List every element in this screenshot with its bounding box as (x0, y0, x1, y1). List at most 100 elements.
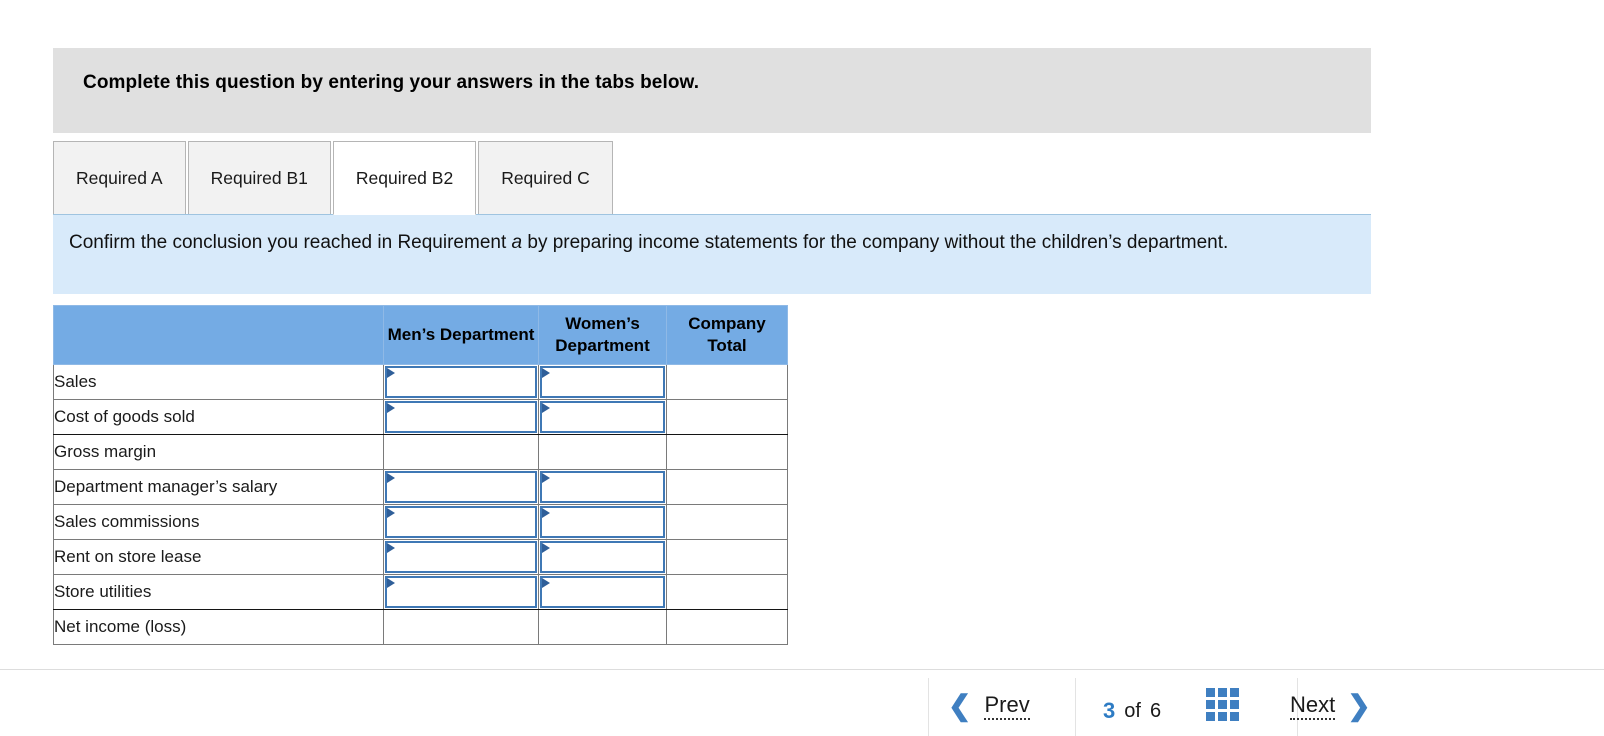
table-header: Men’s Department Women’s Department Comp… (53, 305, 788, 365)
row-label-rent-on-store-lease: Rent on store lease (53, 539, 384, 575)
cell-cogs-womens[interactable] (538, 399, 667, 435)
grid-cell (1218, 688, 1227, 697)
grid-cell (1230, 688, 1239, 697)
cell-rent-womens[interactable] (538, 539, 667, 575)
cell-net-income-womens (538, 609, 667, 645)
table-row: Sales (53, 364, 788, 400)
cell-rent-mens[interactable] (383, 539, 539, 575)
column-header-company-total: Company Total (666, 305, 788, 365)
column-header-womens-department: Women’s Department (538, 305, 667, 365)
cell-sales-womens[interactable] (538, 364, 667, 400)
table-row: Net income (loss) (53, 609, 788, 645)
cell-gross-margin-womens (538, 434, 667, 470)
nav-divider-middle (1075, 678, 1076, 736)
cell-sales-commissions-mens[interactable] (383, 504, 539, 540)
page-root: Complete this question by entering your … (0, 0, 1604, 736)
input-store-utilities-mens[interactable] (385, 576, 537, 608)
grid-menu-icon[interactable] (1206, 688, 1239, 721)
input-store-utilities-womens[interactable] (540, 576, 665, 608)
input-manager-salary-womens[interactable] (540, 471, 665, 503)
question-text-before: Confirm the conclusion you reached in Re… (69, 232, 512, 253)
grid-cell (1206, 712, 1215, 721)
cell-sales-commissions-total (666, 504, 788, 540)
cell-gross-margin-mens (383, 434, 539, 470)
income-statement-table: Men’s Department Women’s Department Comp… (53, 305, 788, 645)
question-text: Confirm the conclusion you reached in Re… (69, 231, 1359, 256)
grid-cell (1218, 700, 1227, 709)
cell-cogs-mens[interactable] (383, 399, 539, 435)
input-cogs-womens[interactable] (540, 401, 665, 433)
cell-rent-total (666, 539, 788, 575)
row-label-sales: Sales (53, 364, 384, 400)
input-sales-womens[interactable] (540, 366, 665, 398)
table-row: Rent on store lease (53, 539, 788, 575)
next-button[interactable]: Next ❯ (1290, 692, 1371, 720)
column-header-mens-department: Men’s Department (383, 305, 539, 365)
cell-gross-margin-total (666, 434, 788, 470)
grid-cell (1206, 700, 1215, 709)
tab-required-a[interactable]: Required A (53, 141, 186, 215)
table-row: Cost of goods sold (53, 399, 788, 435)
nav-divider-left (928, 678, 929, 736)
table-row: Store utilities (53, 574, 788, 610)
cell-sales-commissions-womens[interactable] (538, 504, 667, 540)
bottom-navigation-bar: ❮ Prev 3 of 6 Next ❯ (0, 669, 1604, 736)
tab-required-b1-label: Required B1 (210, 167, 308, 188)
table-row: Sales commissions (53, 504, 788, 540)
page-of-label: of (1124, 699, 1141, 722)
instruction-banner: Complete this question by entering your … (53, 48, 1371, 133)
input-sales-commissions-womens[interactable] (540, 506, 665, 538)
grid-cell (1230, 700, 1239, 709)
total-page-count: 6 (1149, 699, 1162, 722)
question-panel: Confirm the conclusion you reached in Re… (53, 214, 1371, 294)
tab-required-c-label: Required C (501, 167, 590, 188)
column-header-blank (53, 305, 384, 365)
row-label-net-income-loss: Net income (loss) (53, 609, 384, 645)
grid-cell (1218, 712, 1227, 721)
row-label-cost-of-goods-sold: Cost of goods sold (53, 399, 384, 435)
cell-manager-salary-total (666, 469, 788, 505)
input-cogs-mens[interactable] (385, 401, 537, 433)
input-sales-mens[interactable] (385, 366, 537, 398)
tab-required-a-label: Required A (76, 167, 163, 188)
cell-store-utilities-mens[interactable] (383, 574, 539, 610)
chevron-left-icon: ❮ (948, 690, 972, 721)
table-row: Gross margin (53, 434, 788, 470)
row-label-sales-commissions: Sales commissions (53, 504, 384, 540)
current-page-number: 3 (1103, 698, 1116, 723)
grid-cell (1206, 688, 1215, 697)
cell-cogs-total (666, 399, 788, 435)
table-body: Sales Cost of goods sold Gross margin De… (53, 364, 788, 645)
cell-store-utilities-total (666, 574, 788, 610)
tab-required-b2[interactable]: Required B2 (332, 141, 477, 215)
table-header-row: Men’s Department Women’s Department Comp… (53, 305, 788, 365)
cell-net-income-total (666, 609, 788, 645)
instruction-banner-text: Complete this question by entering your … (83, 72, 700, 93)
table-row: Department manager’s salary (53, 469, 788, 505)
input-rent-womens[interactable] (540, 541, 665, 573)
grid-cell (1230, 712, 1239, 721)
requirement-tabs: Required A Required B1 Required B2 Requi… (53, 141, 615, 215)
input-manager-salary-mens[interactable] (385, 471, 537, 503)
cell-manager-salary-womens[interactable] (538, 469, 667, 505)
row-label-department-managers-salary: Department manager’s salary (53, 469, 384, 505)
tab-required-b1[interactable]: Required B1 (187, 141, 331, 215)
cell-net-income-mens (383, 609, 539, 645)
tab-required-c[interactable]: Required C (478, 141, 613, 215)
question-emphasis: a (511, 232, 523, 253)
page-indicator: 3 of 6 (1103, 698, 1161, 724)
input-rent-mens[interactable] (385, 541, 537, 573)
row-label-store-utilities: Store utilities (53, 574, 384, 610)
prev-button[interactable]: ❮ Prev (948, 692, 1030, 720)
chevron-right-icon: ❯ (1347, 690, 1371, 721)
cell-sales-mens[interactable] (383, 364, 539, 400)
row-label-gross-margin: Gross margin (53, 434, 384, 470)
next-button-label: Next (1290, 692, 1336, 720)
input-sales-commissions-mens[interactable] (385, 506, 537, 538)
prev-button-label: Prev (984, 692, 1030, 720)
cell-manager-salary-mens[interactable] (383, 469, 539, 505)
cell-sales-total (666, 364, 788, 400)
cell-store-utilities-womens[interactable] (538, 574, 667, 610)
tab-required-b2-label: Required B2 (355, 167, 454, 188)
question-text-after: by preparing income statements for the c… (522, 232, 1229, 253)
